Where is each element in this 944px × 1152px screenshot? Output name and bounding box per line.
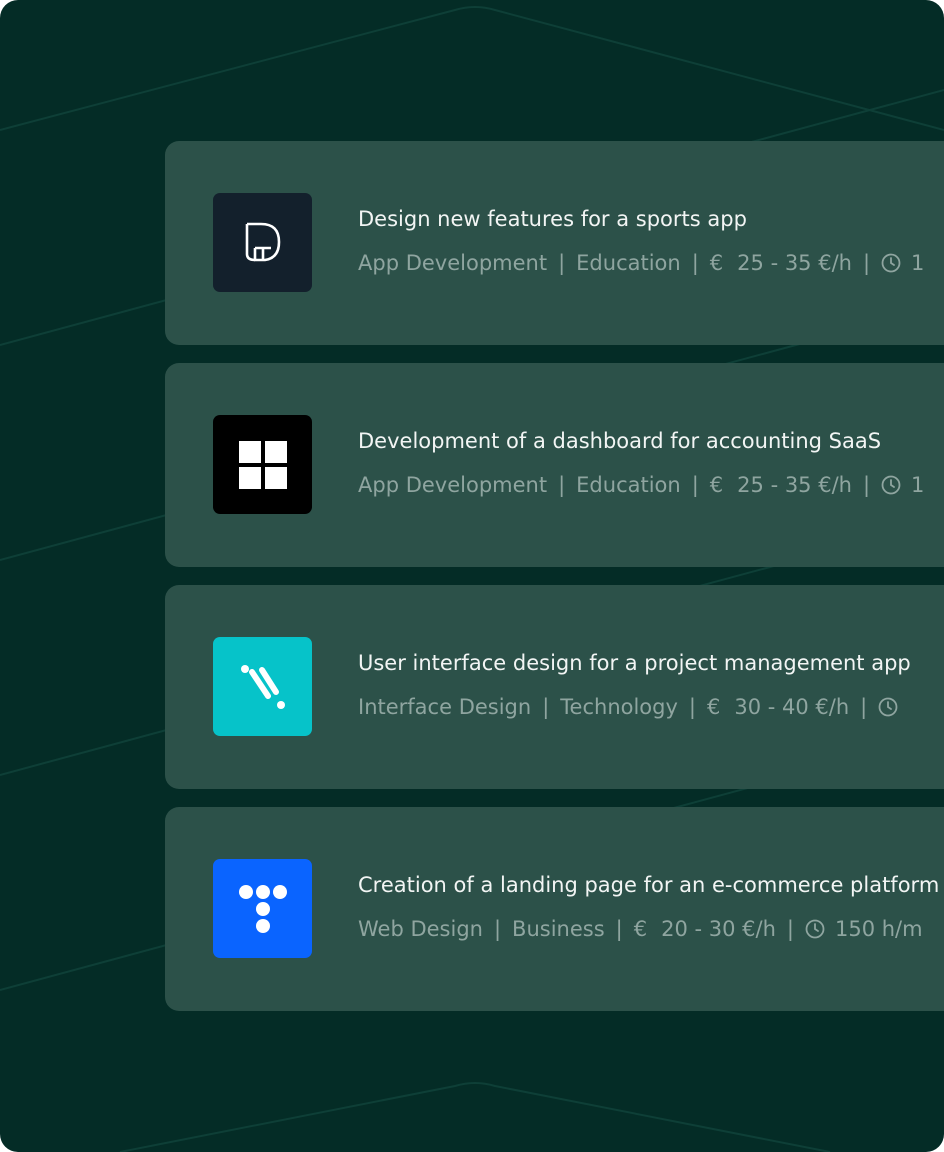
separator: | xyxy=(542,695,550,719)
job-title[interactable]: Design new features for a sports app xyxy=(358,207,747,231)
separator: | xyxy=(615,917,623,941)
separator: | xyxy=(493,917,502,941)
job-card[interactable]: Creation of a landing page for an e-comm… xyxy=(165,807,944,1011)
separator: | xyxy=(786,917,794,941)
job-industry: Business xyxy=(512,917,605,941)
job-rate: 30 - 40 €/h xyxy=(734,695,850,719)
job-hours: 150 h/m xyxy=(834,917,923,941)
clock-icon xyxy=(878,697,898,717)
job-industry: Technology xyxy=(560,695,678,719)
job-meta: Web Design | Business | € 20 - 30 €/h | … xyxy=(358,917,923,941)
d-letter-logo-icon xyxy=(213,193,312,292)
job-title[interactable]: Development of a dashboard for accountin… xyxy=(358,429,881,453)
job-hours: 1 xyxy=(911,251,925,275)
job-title[interactable]: Creation of a landing page for an e-comm… xyxy=(358,873,939,897)
percent-slash-logo-icon xyxy=(213,637,312,736)
job-industry: Education xyxy=(576,251,681,275)
euro-icon: € xyxy=(709,473,724,497)
job-card[interactable]: Development of a dashboard for accountin… xyxy=(165,363,944,567)
clock-icon xyxy=(881,475,901,495)
separator: | xyxy=(691,473,699,497)
job-meta: Interface Design | Technology | € 30 - 4… xyxy=(358,695,908,719)
separator: | xyxy=(688,695,696,719)
separator: | xyxy=(862,251,871,275)
clock-icon xyxy=(881,253,901,273)
job-title[interactable]: User interface design for a project mana… xyxy=(358,651,911,675)
job-rate: 20 - 30 €/h xyxy=(661,917,776,941)
job-rate: 25 - 35 €/h xyxy=(737,473,852,497)
job-card[interactable]: User interface design for a project mana… xyxy=(165,585,944,789)
job-meta: App Development | Education | € 25 - 35 … xyxy=(358,473,924,497)
job-category: Web Design xyxy=(358,917,483,941)
separator: | xyxy=(691,251,699,275)
job-rate: 25 - 35 €/h xyxy=(737,251,852,275)
euro-icon: € xyxy=(707,695,721,719)
job-card[interactable]: Design new features for a sports app App… xyxy=(165,141,944,345)
job-hours: 1 xyxy=(911,473,925,497)
job-meta: App Development | Education | € 25 - 35 … xyxy=(358,251,924,275)
separator: | xyxy=(860,695,868,719)
euro-icon: € xyxy=(633,917,648,941)
job-industry: Education xyxy=(576,473,681,497)
jobs-panel: Design new features for a sports app App… xyxy=(0,0,944,1152)
dots-t-logo-icon xyxy=(213,859,312,958)
job-category: App Development xyxy=(358,473,548,497)
job-category: Interface Design xyxy=(358,695,532,719)
euro-icon: € xyxy=(709,251,724,275)
job-category: App Development xyxy=(358,251,548,275)
separator: | xyxy=(862,473,871,497)
clock-icon xyxy=(805,919,825,939)
separator: | xyxy=(558,473,566,497)
windows-grid-logo-icon xyxy=(213,415,312,514)
separator: | xyxy=(558,251,566,275)
